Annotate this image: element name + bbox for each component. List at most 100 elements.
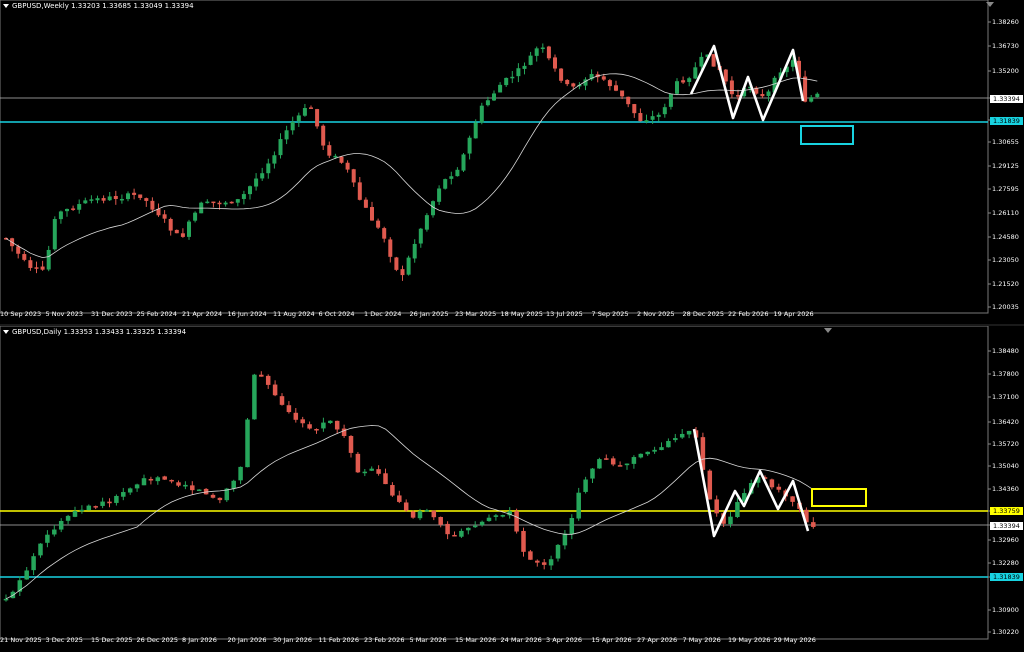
candle-body: [321, 125, 326, 146]
candle-body: [397, 495, 402, 502]
candle-body: [540, 47, 545, 50]
candle-body: [77, 204, 82, 210]
candle-body: [71, 208, 76, 210]
time-axis-label: 16 Jun 2024: [227, 310, 267, 318]
candle-body: [553, 57, 557, 69]
candle-body: [34, 267, 39, 269]
candle-body: [679, 433, 685, 438]
candle-body: [334, 420, 340, 430]
candle-body: [38, 543, 43, 556]
price-axis-label: 1.36420: [992, 418, 1019, 426]
candle-body: [46, 249, 51, 270]
candle-body: [790, 496, 795, 502]
price-axis-label: 1.32960: [992, 536, 1019, 544]
candle-body: [412, 243, 417, 259]
candle-body: [403, 502, 409, 511]
candle-body: [205, 201, 210, 204]
candle-body: [443, 179, 448, 189]
candle-body: [229, 201, 234, 204]
daily-chart-canvas[interactable]: [0, 326, 1024, 652]
candle-body: [498, 84, 503, 93]
time-axis-label: 19 Apr 2026: [773, 310, 814, 318]
price-axis-label: 1.23050: [992, 256, 1019, 264]
candle-body: [735, 502, 740, 517]
candle-body: [486, 517, 492, 522]
candle-body: [576, 492, 581, 519]
time-axis-label: 27 Apr 2026: [637, 636, 678, 644]
candle-body: [455, 169, 460, 177]
candle-body: [652, 449, 657, 452]
time-axis-label: 23 Feb 2026: [364, 636, 405, 644]
candle-body: [500, 515, 506, 517]
price-axis-label: 1.35200: [992, 67, 1019, 75]
weekly-chart-title: GBPUSD,Weekly 1.33203 1.33685 1.33049 1.…: [3, 2, 194, 10]
candle-body: [610, 458, 616, 465]
candle-body: [315, 109, 320, 127]
price-axis-label: 1.30655: [992, 138, 1019, 146]
candle-body: [296, 115, 301, 122]
candle-body: [339, 156, 344, 163]
candle-body: [93, 506, 98, 508]
candle-body: [711, 54, 716, 67]
candle-body: [45, 534, 50, 543]
candle-body: [260, 173, 265, 179]
candle-body: [528, 55, 533, 65]
menu-triangle-icon[interactable]: [3, 330, 9, 334]
candle-body: [126, 193, 130, 200]
price-axis-label: 1.38260: [992, 18, 1019, 26]
candle-body: [656, 114, 661, 117]
price-axis-label: 1.24580: [992, 233, 1019, 241]
candle-body: [473, 122, 478, 139]
candle-body: [252, 374, 257, 420]
shift-marker-icon: [824, 328, 832, 333]
zigzag-pattern-line: [689, 44, 805, 122]
price-axis-label: 1.20035: [992, 303, 1019, 311]
menu-triangle-icon[interactable]: [3, 4, 9, 8]
candle-body: [3, 598, 9, 601]
candle-body: [811, 522, 816, 527]
candle-body: [809, 97, 814, 102]
time-axis-label: 2 Nov 2025: [637, 310, 675, 318]
daily-chart-panel[interactable]: GBPUSD,Daily 1.33353 1.33433 1.33325 1.3…: [0, 326, 1024, 652]
daily-yellow-level-label: 1.33759: [990, 507, 1023, 515]
candle-body: [607, 80, 612, 87]
candle-body: [510, 76, 515, 79]
candle-body: [535, 560, 540, 563]
candle-body: [390, 485, 395, 496]
moving-average-line: [5, 73, 818, 259]
candle-body: [107, 501, 112, 504]
candle-body: [231, 480, 236, 489]
price-axis-label: 1.36730: [992, 42, 1019, 50]
candle-body: [728, 516, 733, 525]
candle-body: [714, 499, 719, 514]
candle-body: [22, 254, 27, 260]
weekly-chart-panel[interactable]: GBPUSD,Weekly 1.33203 1.33685 1.33049 1.…: [0, 0, 1024, 326]
time-axis-label: 21 Apr 2024: [182, 310, 223, 318]
candle-body: [766, 91, 771, 96]
candle-body: [363, 199, 368, 208]
candle-body: [307, 424, 312, 429]
candle-body: [707, 470, 713, 500]
candle-body: [286, 405, 292, 413]
candle-body: [617, 465, 623, 467]
price-axis-label: 1.38480: [992, 347, 1019, 355]
candle-body: [666, 441, 671, 448]
candle-body: [95, 198, 100, 201]
time-axis-label: 24 Mar 2026: [500, 636, 542, 644]
candle-body: [417, 511, 423, 519]
price-axis-label: 1.37800: [992, 370, 1019, 378]
candle-body: [176, 482, 181, 486]
time-axis-label: 31 Dec 2023: [91, 310, 133, 318]
weekly-chart-canvas[interactable]: [0, 0, 1024, 326]
time-axis-label: 11 Feb 2026: [318, 636, 359, 644]
candle-body: [65, 515, 71, 521]
candle-body: [196, 489, 202, 492]
candle-body: [121, 492, 126, 497]
candle-body: [516, 68, 521, 77]
candle-body: [418, 228, 423, 244]
candle-body: [127, 488, 133, 493]
time-axis-label: 6 Oct 2024: [318, 310, 355, 318]
time-axis-label: 20 Jan 2026: [227, 636, 267, 644]
candle-body: [424, 215, 429, 230]
candle-body: [555, 544, 561, 559]
